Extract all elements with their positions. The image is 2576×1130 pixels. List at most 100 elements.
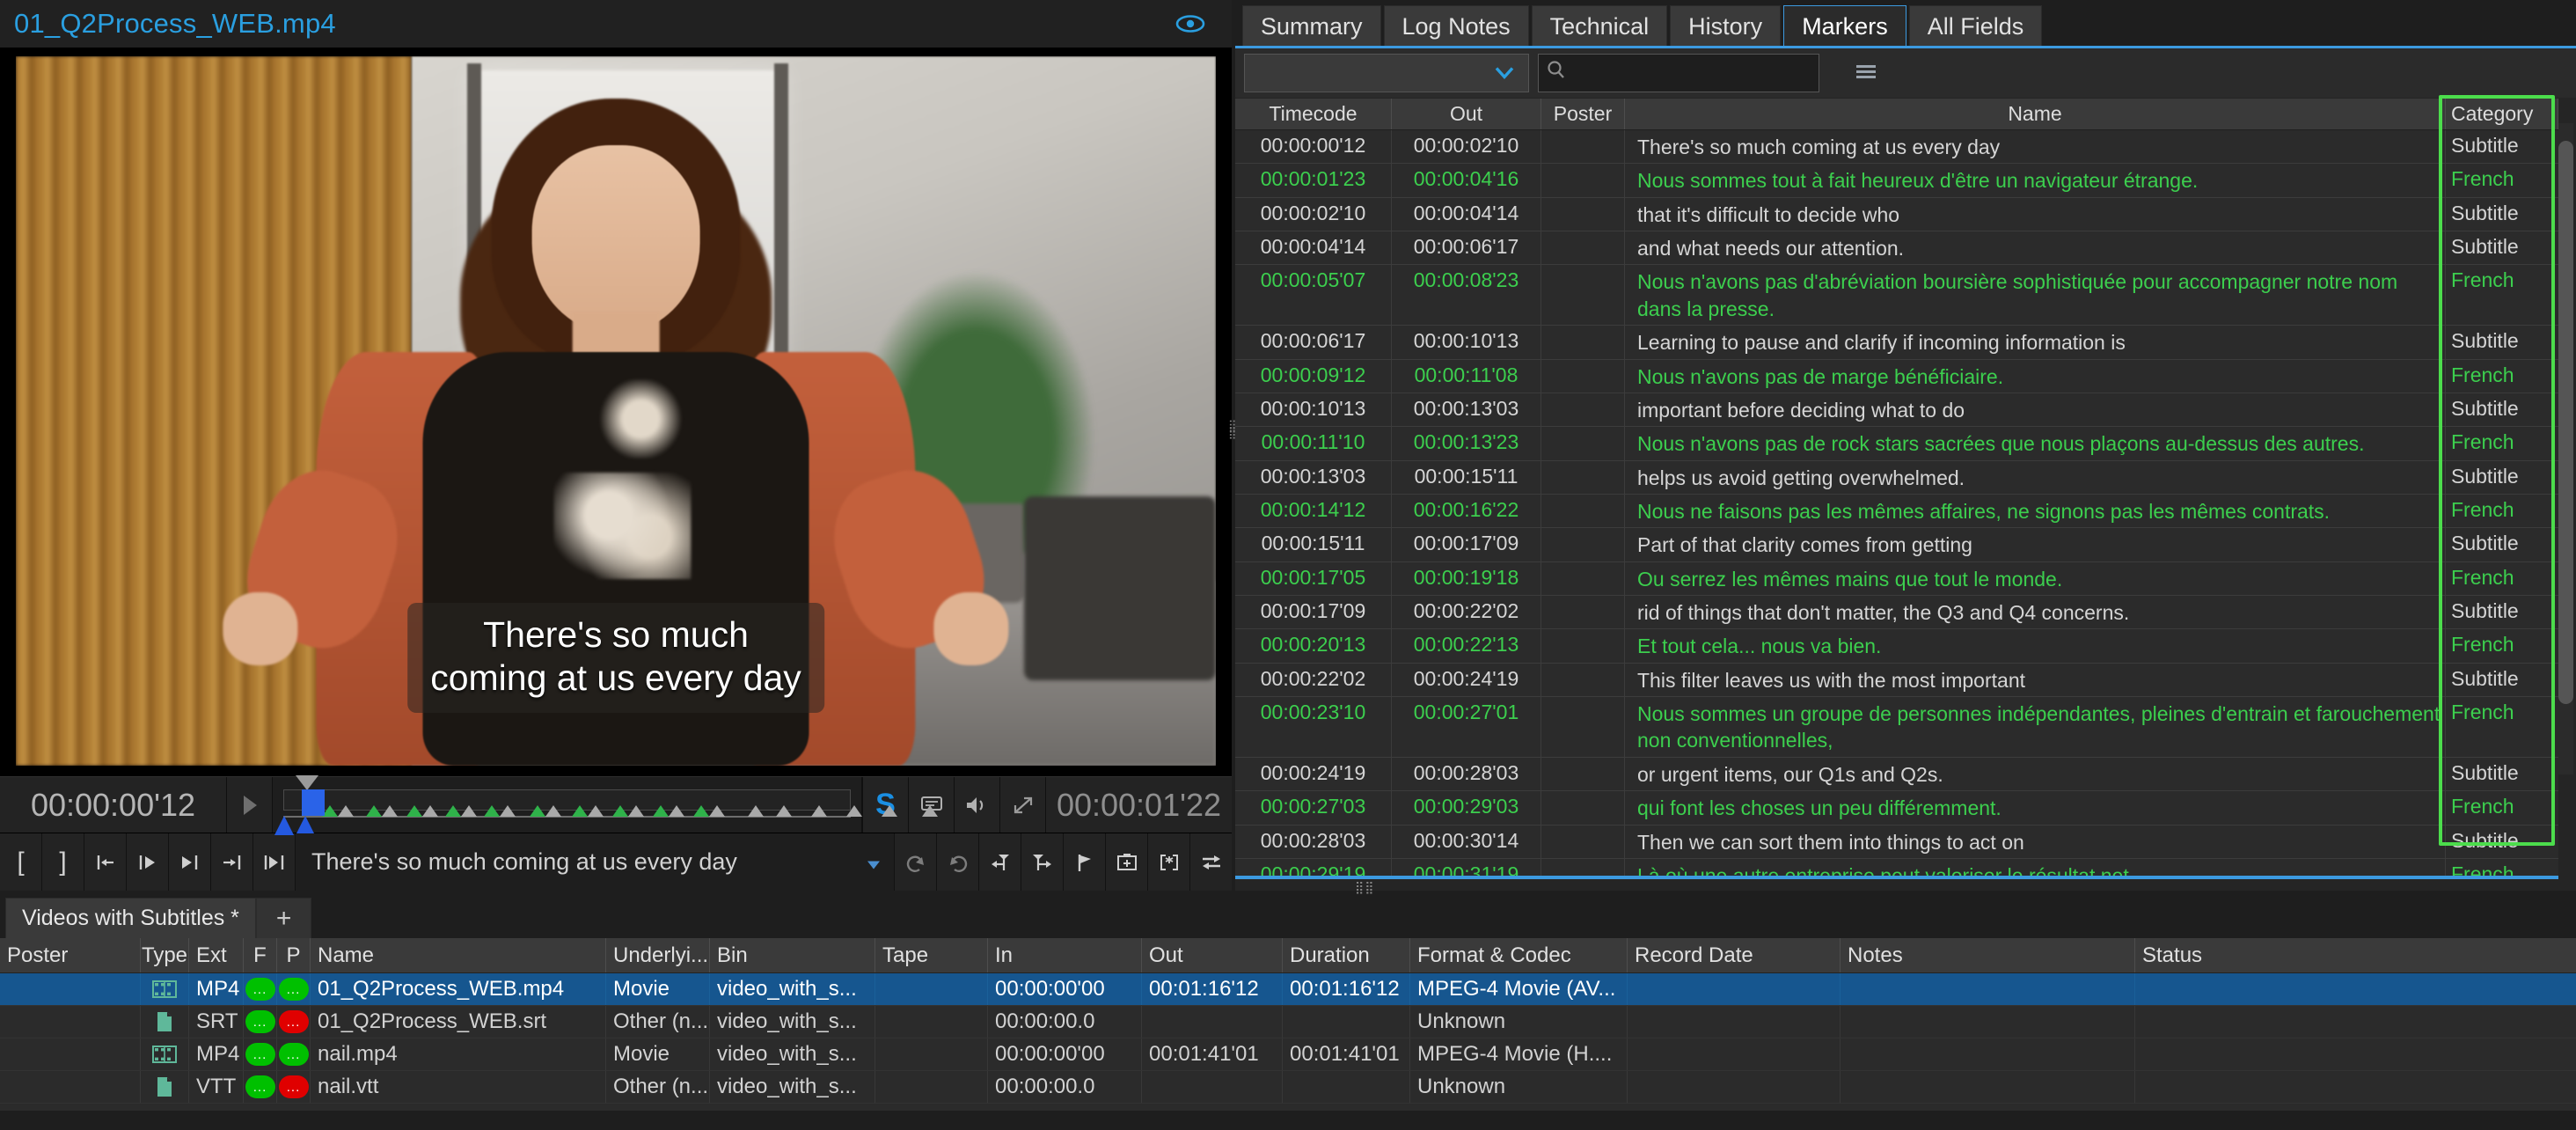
expand-icon[interactable] bbox=[999, 777, 1045, 833]
marker-row[interactable]: 00:00:24'19 00:00:28'03 or urgent items, o… bbox=[1235, 757, 2558, 792]
marker-row[interactable]: 00:00:29'19 00:00:31'19 Là où une autre en… bbox=[1235, 858, 2558, 877]
bin-cell-p[interactable]: ... bbox=[277, 1038, 311, 1070]
bin-column-bin[interactable]: Bin bbox=[710, 938, 875, 972]
duration-timecode[interactable]: 00:00:01'22 bbox=[1045, 777, 1232, 833]
go-to-in-icon[interactable] bbox=[84, 833, 127, 891]
speaker-icon[interactable] bbox=[954, 777, 999, 833]
bin-cell-p[interactable]: ... bbox=[277, 1071, 311, 1103]
bin-add-tab-button[interactable]: + bbox=[255, 898, 312, 938]
column-header-out[interactable]: Out bbox=[1392, 99, 1541, 129]
bin-column-p[interactable]: P bbox=[277, 938, 311, 972]
bin-row[interactable]: VTT...... nail.vtt Other (n... video_with_s… bbox=[0, 1071, 2576, 1104]
marker-row[interactable]: 00:00:23'10 00:00:27'01 Nous sommes un gro… bbox=[1235, 697, 2558, 758]
bin-cell-f[interactable]: ... bbox=[244, 1038, 277, 1070]
mark-out-button[interactable]: ] bbox=[42, 833, 84, 891]
column-header-category[interactable]: Category bbox=[2446, 99, 2558, 129]
panel-split-grip[interactable]: ⣿ ⣿ bbox=[1228, 420, 1237, 437]
marker-row[interactable]: 00:00:27'03 00:00:29'03 qui font les chose… bbox=[1235, 791, 2558, 825]
tab-summary[interactable]: Summary bbox=[1242, 5, 1381, 48]
video-preview[interactable]: There's so much coming at us every day bbox=[0, 48, 1232, 776]
bin-column-status[interactable]: Status bbox=[2135, 938, 2311, 972]
bin-cell-p[interactable]: ... bbox=[277, 1006, 311, 1038]
bin-column-f[interactable]: F bbox=[244, 938, 277, 972]
marker-row[interactable]: 00:00:10'13 00:00:13'03 important before d… bbox=[1235, 393, 2558, 428]
eye-icon[interactable] bbox=[1175, 13, 1205, 34]
marker-search-box[interactable] bbox=[1538, 54, 1819, 92]
playhead-bar[interactable] bbox=[302, 789, 325, 816]
tab-log-notes[interactable]: Log Notes bbox=[1383, 5, 1529, 48]
chevron-down-icon[interactable] bbox=[866, 848, 882, 876]
marker-row[interactable]: 00:00:02'10 00:00:04'14 that it's difficul… bbox=[1235, 197, 2558, 232]
sync-icon[interactable] bbox=[1189, 833, 1232, 891]
bin-row[interactable]: MP4...... nail.mp4 Movie video_with_s... 00:… bbox=[0, 1038, 2576, 1071]
bin-cell-f[interactable]: ... bbox=[244, 1071, 277, 1103]
bin-cell-f[interactable]: ... bbox=[244, 1006, 277, 1038]
marker-row[interactable]: 00:00:06'17 00:00:10'13 Learning to pause … bbox=[1235, 326, 2558, 360]
bin-column-format[interactable]: Format & Codec bbox=[1410, 938, 1628, 972]
bin-column-in[interactable]: In bbox=[988, 938, 1142, 972]
marker-row[interactable]: 00:00:04'14 00:00:06'17 and what needs our… bbox=[1235, 231, 2558, 266]
hamburger-menu-icon[interactable] bbox=[1855, 62, 1877, 85]
marker-row[interactable]: 00:00:22'02 00:00:24'19 This filter leaves… bbox=[1235, 663, 2558, 698]
search-input[interactable] bbox=[1572, 61, 1792, 85]
bin-column-out[interactable]: Out bbox=[1142, 938, 1283, 972]
scrubber-timeline[interactable] bbox=[273, 775, 938, 835]
marker-row[interactable]: 00:00:15'11 00:00:17'09 Part of that clari… bbox=[1235, 528, 2558, 562]
marker-row[interactable]: 00:00:00'12 00:00:02'10 There's so much co… bbox=[1235, 130, 2558, 165]
tab-markers[interactable]: Markers bbox=[1783, 5, 1906, 48]
bin-column-record-date[interactable]: Record Date bbox=[1628, 938, 1841, 972]
column-header-timecode[interactable]: Timecode bbox=[1235, 99, 1392, 129]
clear-marker-icon[interactable] bbox=[1147, 833, 1189, 891]
go-to-out-icon[interactable] bbox=[211, 833, 253, 891]
marker-category: Subtitle bbox=[2451, 134, 2519, 157]
marker-row[interactable]: 00:00:20'13 00:00:22'13 Et tout cela... no… bbox=[1235, 629, 2558, 664]
bin-row[interactable]: MP4...... 01_Q2Process_WEB.mp4 Movie video_… bbox=[0, 973, 2576, 1006]
bin-row[interactable]: SRT...... 01_Q2Process_WEB.srt Other (n...… bbox=[0, 1006, 2576, 1038]
markers-vertical-scrollbar[interactable] bbox=[2558, 123, 2573, 774]
marker-row[interactable]: 00:00:01'23 00:00:04'16 Nous sommes tout à… bbox=[1235, 164, 2558, 198]
tab-all-fields[interactable]: All Fields bbox=[1908, 5, 2043, 48]
bin-column-tape[interactable]: Tape bbox=[875, 938, 988, 972]
bin-cell-f[interactable]: ... bbox=[244, 973, 277, 1005]
marker-out-icon[interactable] bbox=[1021, 833, 1063, 891]
bin-column-type[interactable]: Type bbox=[141, 938, 189, 972]
bin-cell-p[interactable]: ... bbox=[277, 973, 311, 1005]
marker-row[interactable]: 00:00:17'09 00:00:22'02 rid of things that… bbox=[1235, 596, 2558, 630]
bin-column-name[interactable]: Name bbox=[311, 938, 606, 972]
marker-row[interactable]: 00:00:28'03 00:00:30'14 Then we can sort t… bbox=[1235, 825, 2558, 859]
tab-technical[interactable]: Technical bbox=[1531, 5, 1668, 48]
marker-name: Nous n'avons pas de marge bénéficiaire. bbox=[1625, 359, 2446, 393]
flag-icon[interactable] bbox=[1063, 833, 1105, 891]
marker-row[interactable]: 00:00:17'05 00:00:19'18 Ou serrez les même… bbox=[1235, 561, 2558, 597]
marker-row[interactable]: 00:00:11'10 00:00:13'23 Nous n'avons pas d… bbox=[1235, 427, 2558, 461]
marker-row[interactable]: 00:00:14'12 00:00:16'22 Nous ne faisons pa… bbox=[1235, 494, 2558, 529]
panel-resize-grip[interactable]: ⣿⣿ bbox=[1355, 880, 1375, 895]
marker-row[interactable]: 00:00:05'07 00:00:08'23 Nous n'avons pas d… bbox=[1235, 265, 2558, 327]
bin-cell-duration bbox=[1283, 1071, 1410, 1103]
bin-column-duration[interactable]: Duration bbox=[1283, 938, 1410, 972]
marker-row[interactable]: 00:00:09'12 00:00:11'08 Nous n'avons pas d… bbox=[1235, 359, 2558, 393]
undo-icon[interactable] bbox=[894, 833, 936, 891]
bin-column-poster[interactable]: Poster bbox=[0, 938, 141, 972]
current-timecode[interactable]: 00:00:00'12 bbox=[0, 777, 227, 833]
marker-in-icon[interactable] bbox=[978, 833, 1021, 891]
bin-cell-notes bbox=[1841, 973, 2135, 1005]
add-marker-icon[interactable] bbox=[1105, 833, 1147, 891]
bin-tab-videos-with-subtitles[interactable]: Videos with Subtitles * bbox=[5, 898, 256, 938]
column-header-poster[interactable]: Poster bbox=[1541, 99, 1625, 129]
bin-column-ext[interactable]: Ext bbox=[189, 938, 244, 972]
playhead-marker[interactable] bbox=[296, 775, 318, 790]
redo-icon[interactable] bbox=[936, 833, 978, 891]
play-to-out-icon[interactable] bbox=[169, 833, 211, 891]
play-in-to-out-icon[interactable] bbox=[127, 833, 169, 891]
column-header-name[interactable]: Name bbox=[1625, 99, 2446, 129]
category-filter-dropdown[interactable] bbox=[1244, 54, 1529, 92]
loop-play-icon[interactable] bbox=[253, 833, 296, 891]
bin-column-underlying[interactable]: Underlyi... bbox=[606, 938, 710, 972]
marker-name-field[interactable]: There's so much coming at us every day bbox=[296, 833, 894, 891]
mark-in-button[interactable]: [ bbox=[0, 833, 42, 891]
tab-history[interactable]: History bbox=[1670, 5, 1782, 48]
bin-column-notes[interactable]: Notes bbox=[1841, 938, 2135, 972]
play-icon[interactable] bbox=[227, 777, 273, 833]
marker-row[interactable]: 00:00:13'03 00:00:15'11 helps us avoid get… bbox=[1235, 460, 2558, 495]
